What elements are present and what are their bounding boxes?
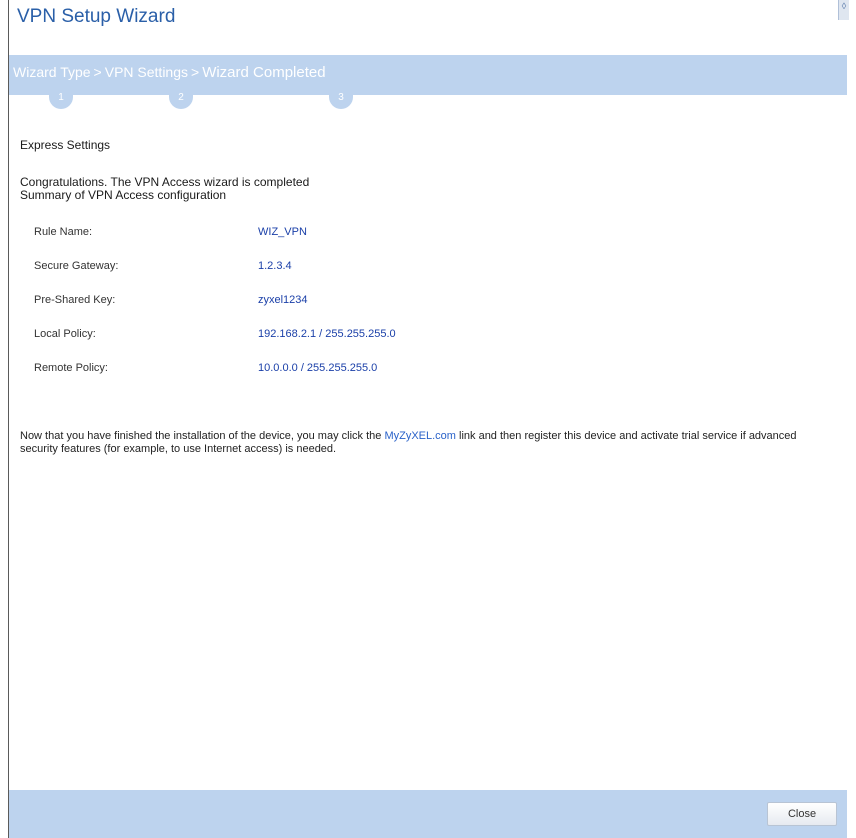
- summary-row-rule-name: Rule Name: WIZ_VPN: [34, 226, 634, 260]
- summary-value: zyxel1234: [258, 294, 308, 306]
- summary-label: Local Policy:: [34, 328, 96, 340]
- wizard-content: Express Settings Congratulations. The VP…: [20, 138, 827, 455]
- summary-value: 1.2.3.4: [258, 260, 292, 272]
- step-separator: >: [93, 64, 102, 80]
- step-progress-bar: Wizard Type > VPN Settings > Wizard Complete…: [9, 55, 847, 109]
- registration-note: Now that you have finished the installat…: [20, 430, 820, 456]
- wizard-footer: Close: [9, 790, 847, 838]
- summary-value: 10.0.0.0 / 255.255.255.0: [258, 362, 378, 374]
- note-text: Now that you have finished the installat…: [20, 430, 385, 442]
- summary-list: Rule Name: WIZ_VPN Secure Gateway: 1.2.3…: [34, 226, 634, 396]
- summary-value: WIZ_VPN: [258, 226, 307, 238]
- step-vpn-settings: VPN Settings: [104, 64, 188, 80]
- summary-heading: Summary of VPN Access configuration: [20, 188, 227, 202]
- summary-value: 192.168.2.1 / 255.255.255.0: [258, 328, 396, 340]
- summary-row-local-policy: Local Policy: 192.168.2.1 / 255.255.255.…: [34, 328, 634, 362]
- title-bar: VPN Setup Wizard ◊: [9, 0, 849, 44]
- summary-row-remote-policy: Remote Policy: 10.0.0.0 / 255.255.255.0: [34, 362, 634, 396]
- myzyxel-link[interactable]: MyZyXEL.com: [384, 430, 456, 442]
- summary-label: Pre-Shared Key:: [34, 294, 116, 306]
- close-button[interactable]: Close: [767, 802, 837, 826]
- wizard-title: VPN Setup Wizard: [17, 6, 176, 27]
- step-number-badge: 1: [49, 91, 73, 109]
- step-breadcrumb: Wizard Type > VPN Settings > Wizard Complete…: [13, 64, 326, 81]
- completion-message: Congratulations. The VPN Access wizard i…: [20, 176, 827, 202]
- summary-label: Secure Gateway:: [34, 260, 119, 272]
- step-number-badge: 3: [329, 91, 353, 109]
- summary-label: Rule Name:: [34, 226, 93, 238]
- maximize-icon[interactable]: ◊: [838, 0, 849, 20]
- section-title: Express Settings: [20, 138, 111, 152]
- summary-label: Remote Policy:: [34, 362, 108, 374]
- step-separator: >: [191, 64, 200, 80]
- summary-row-secure-gateway: Secure Gateway: 1.2.3.4: [34, 260, 634, 294]
- summary-row-pre-shared-key: Pre-Shared Key: zyxel1234: [34, 294, 634, 328]
- step-number-badge: 2: [169, 91, 193, 109]
- step-wizard-type: Wizard Type: [13, 64, 91, 80]
- vpn-setup-wizard: VPN Setup Wizard ◊ Wizard Type > VPN Setti…: [8, 0, 849, 838]
- step-wizard-completed: Wizard Completed: [202, 64, 326, 81]
